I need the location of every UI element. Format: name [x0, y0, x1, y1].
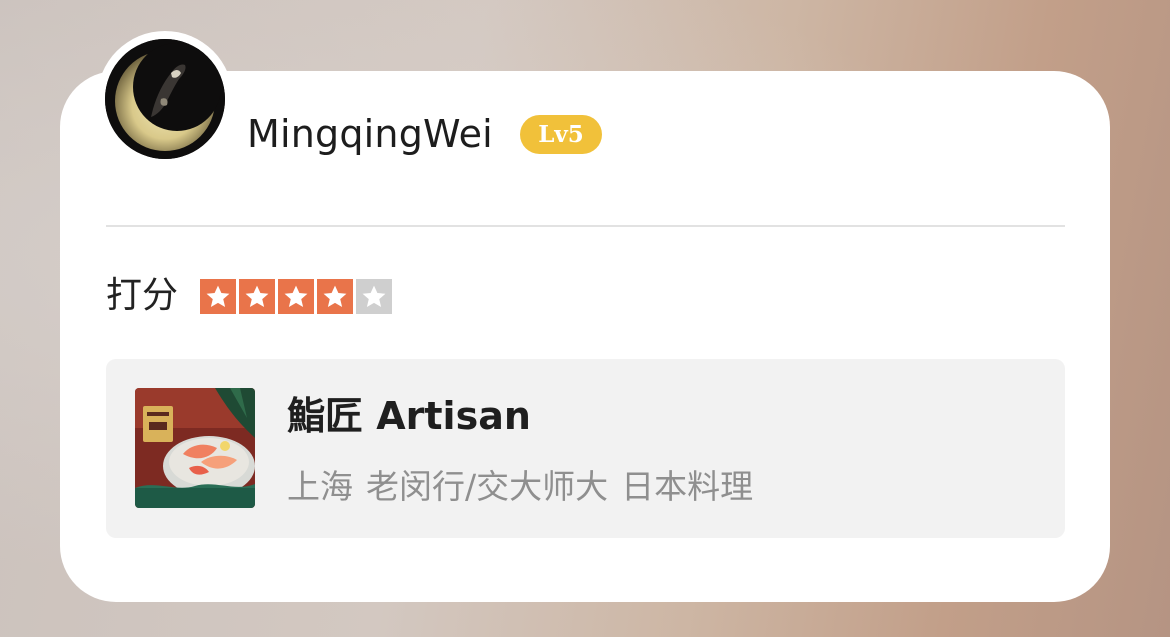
star-empty-icon: [356, 279, 392, 314]
shop-image[interactable]: [135, 388, 255, 508]
star-filled-icon: [278, 279, 314, 314]
star-rating: [200, 279, 392, 314]
star-filled-icon: [317, 279, 353, 314]
rating-label: 打分: [106, 275, 179, 316]
shop-meta: 上海 老闵行/交大师大 日本料理: [287, 466, 753, 508]
shop-name[interactable]: 鮨匠 Artisan: [287, 393, 531, 439]
avatar[interactable]: [105, 39, 225, 159]
moon-figure-icon: [105, 39, 225, 159]
divider: [106, 225, 1065, 227]
shop-city: 上海: [287, 467, 353, 506]
sashimi-platter-icon: [135, 388, 255, 508]
star-filled-icon: [200, 279, 236, 314]
shop-district: 老闵行/交大师大: [366, 467, 609, 506]
level-badge: Lv5: [520, 115, 602, 154]
shop-category: 日本料理: [621, 467, 754, 506]
star-filled-icon: [239, 279, 275, 314]
username[interactable]: MingqingWei: [247, 111, 493, 157]
